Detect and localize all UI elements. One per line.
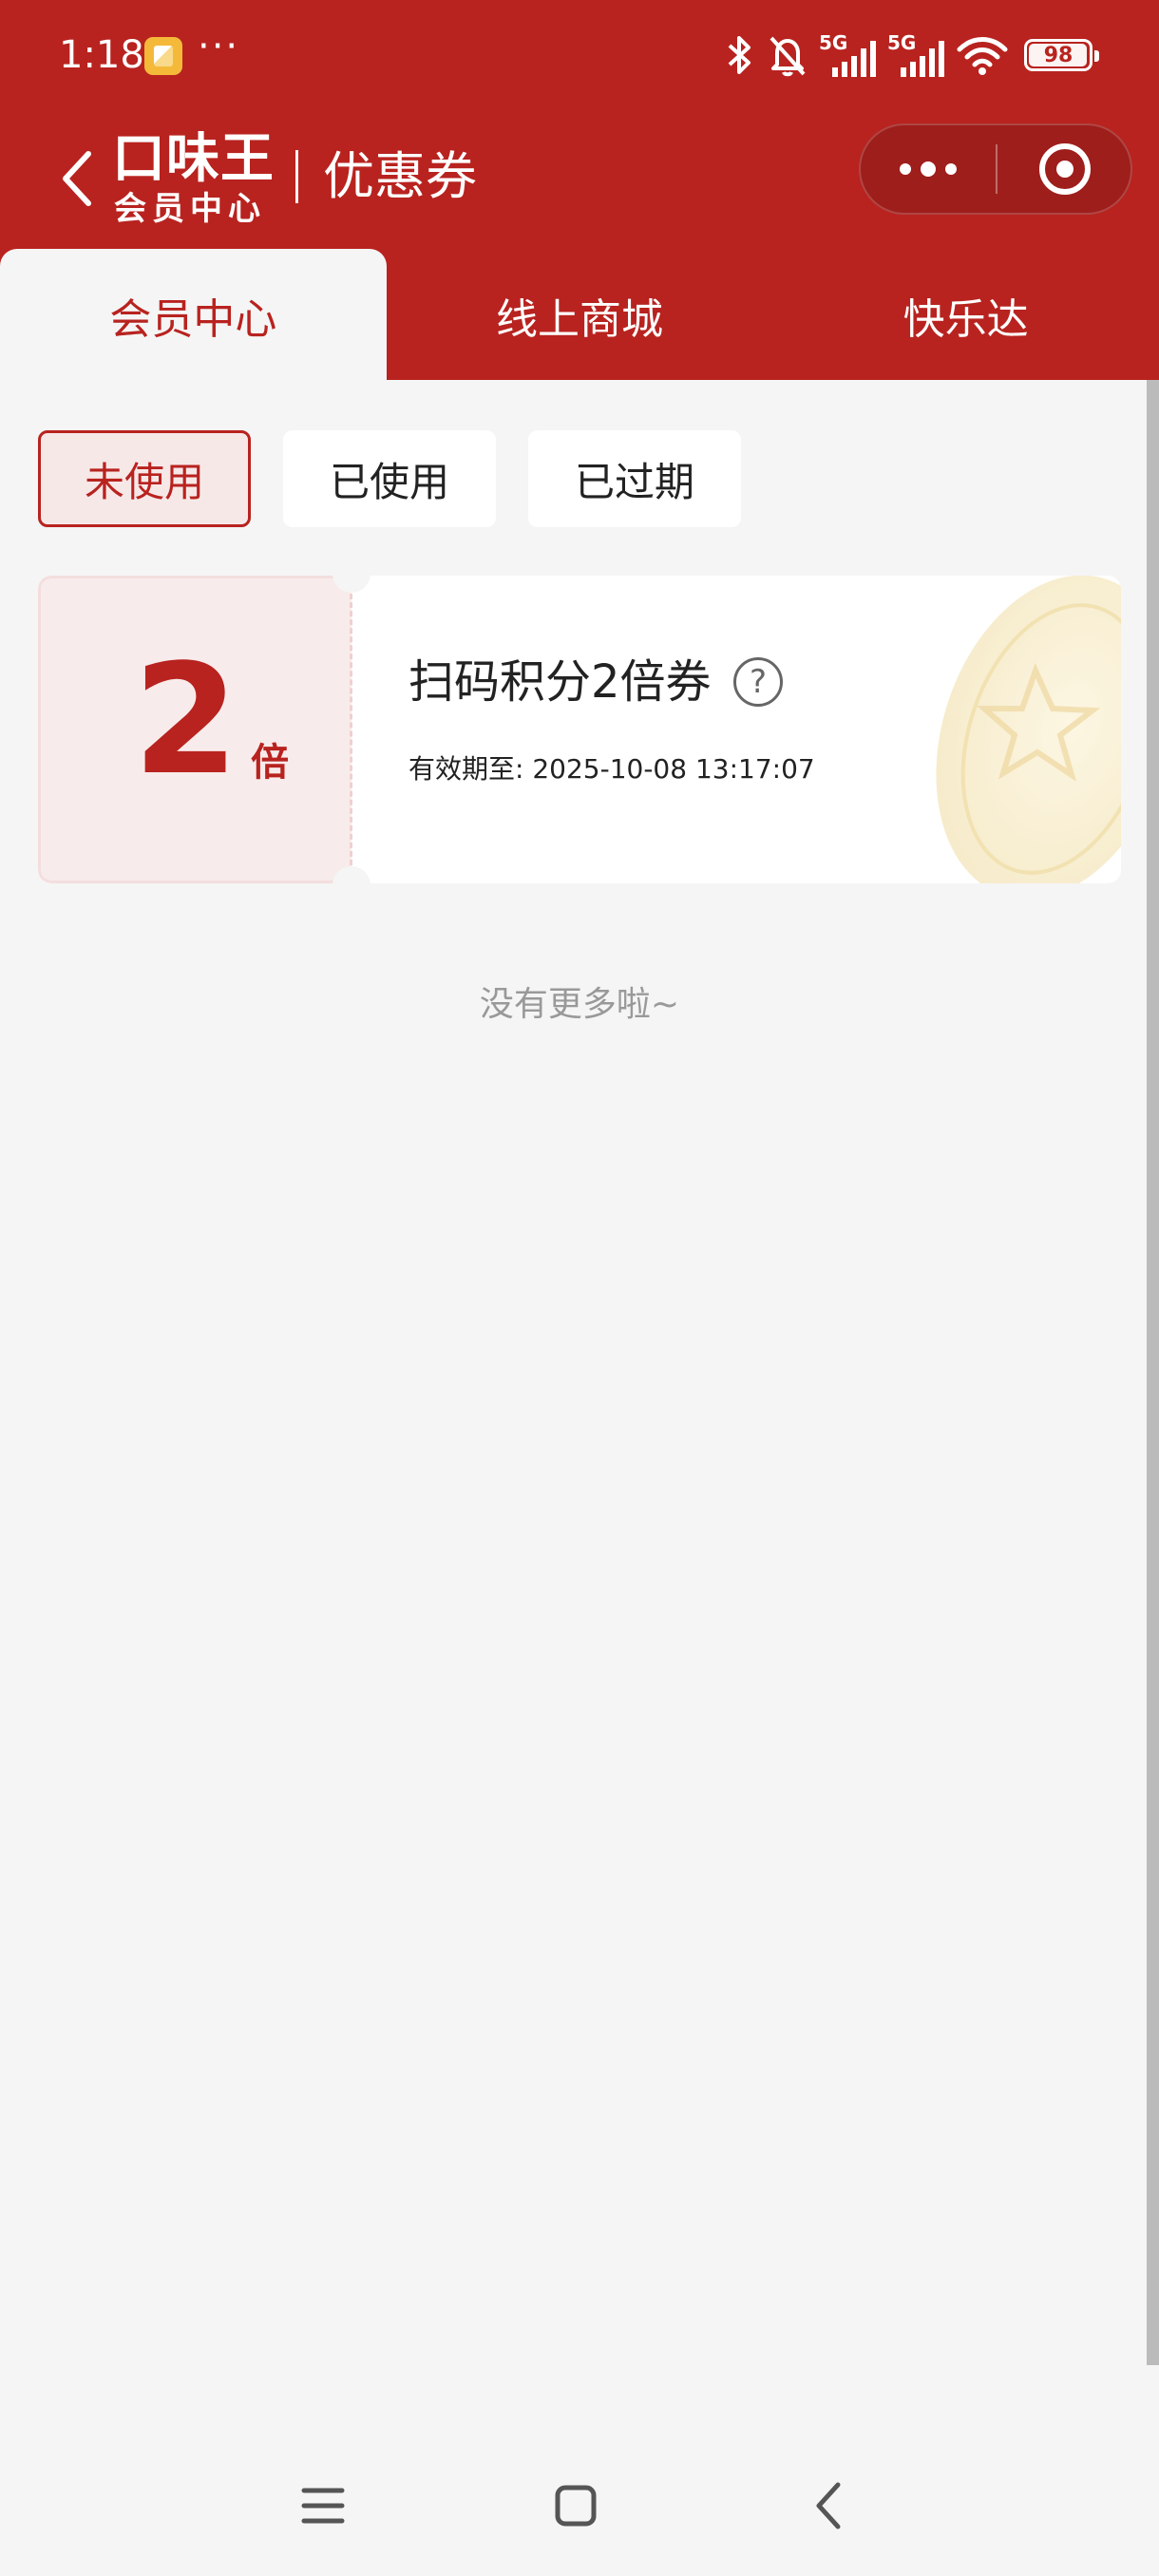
- tab-member-center[interactable]: 会员中心: [0, 249, 387, 382]
- status-more: ···: [198, 25, 240, 68]
- page-title: 优惠券: [323, 146, 477, 206]
- coupon-expiry: 有效期至: 2025-10-08 13:17:07: [408, 753, 815, 785]
- battery-icon: 98: [1024, 39, 1099, 71]
- signal-bars-icon: [832, 41, 876, 77]
- chevron-left-icon: [63, 151, 91, 206]
- nav-back-button[interactable]: [781, 2468, 876, 2544]
- title-bar: 口味王 会员中心 优惠券: [0, 112, 1159, 245]
- coupon-multiplier-value: 2: [133, 631, 239, 808]
- title-divider: [295, 150, 298, 203]
- coupon-status-filters: 未使用 已使用 已过期: [38, 430, 741, 527]
- chevron-left-icon: [816, 2482, 841, 2529]
- filter-used[interactable]: 已使用: [283, 430, 496, 527]
- top-tabs: 会员中心 线上商城 快乐达: [0, 249, 1159, 382]
- logo-sub-text: 会员中心: [114, 190, 266, 228]
- brand-logo: 口味王 会员中心: [112, 129, 276, 234]
- nav-home-button[interactable]: [528, 2468, 623, 2544]
- status-icons: 5G 5G 98: [722, 27, 1099, 84]
- system-nav-bar: [0, 2451, 1159, 2576]
- coupon-perforation: [350, 585, 352, 874]
- filter-unused[interactable]: 未使用: [38, 430, 251, 527]
- tab-online-mall[interactable]: 线上商城: [387, 249, 773, 382]
- back-button[interactable]: [53, 133, 101, 224]
- notes-app-icon: [144, 37, 182, 75]
- signal-1: 5G: [819, 31, 878, 79]
- filter-expired[interactable]: 已过期: [528, 430, 741, 527]
- header: 1:18 ··· 5G 5G 98 口味王 会员中心 优惠券 会员中心 线上商城…: [0, 0, 1159, 382]
- square-icon: [555, 2485, 597, 2527]
- coupon-multiplier-unit: 倍: [251, 741, 289, 785]
- coin-decoration-icon: [936, 576, 1121, 883]
- nav-menu-button[interactable]: [276, 2468, 370, 2544]
- mini-program-capsule: [859, 123, 1132, 215]
- scrollbar[interactable]: [1147, 380, 1159, 2365]
- bluetooth-icon: [728, 36, 750, 74]
- target-ring-icon: [1039, 143, 1091, 195]
- app-root: 1:18 ··· 5G 5G 98 口味王 会员中心 优惠券 会员中心 线上商城…: [0, 0, 1159, 2576]
- close-mini-program-button[interactable]: [998, 125, 1132, 213]
- hamburger-icon: [301, 2488, 345, 2524]
- coupon-title: 扫码积分2倍券: [408, 655, 712, 709]
- status-bar: 1:18 ··· 5G 5G 98: [0, 0, 1159, 112]
- signal-2: 5G: [887, 31, 946, 79]
- mute-bell-icon: [770, 36, 806, 77]
- battery-level: 98: [1043, 43, 1074, 67]
- more-dots-icon[interactable]: [861, 125, 996, 213]
- status-time: 1:18: [59, 33, 144, 77]
- signal-bars-icon: [901, 41, 944, 77]
- help-icon[interactable]: ?: [733, 657, 783, 707]
- wifi-icon: [957, 37, 1008, 75]
- list-end-text: 没有更多啦~: [479, 985, 680, 1024]
- logo-main-text: 口味王: [112, 128, 275, 190]
- coupon-card[interactable]: 2 倍 扫码积分2倍券 ? 有效期至: 2025-10-08 13:17:07: [38, 576, 1121, 883]
- tab-kuaileda[interactable]: 快乐达: [772, 249, 1159, 382]
